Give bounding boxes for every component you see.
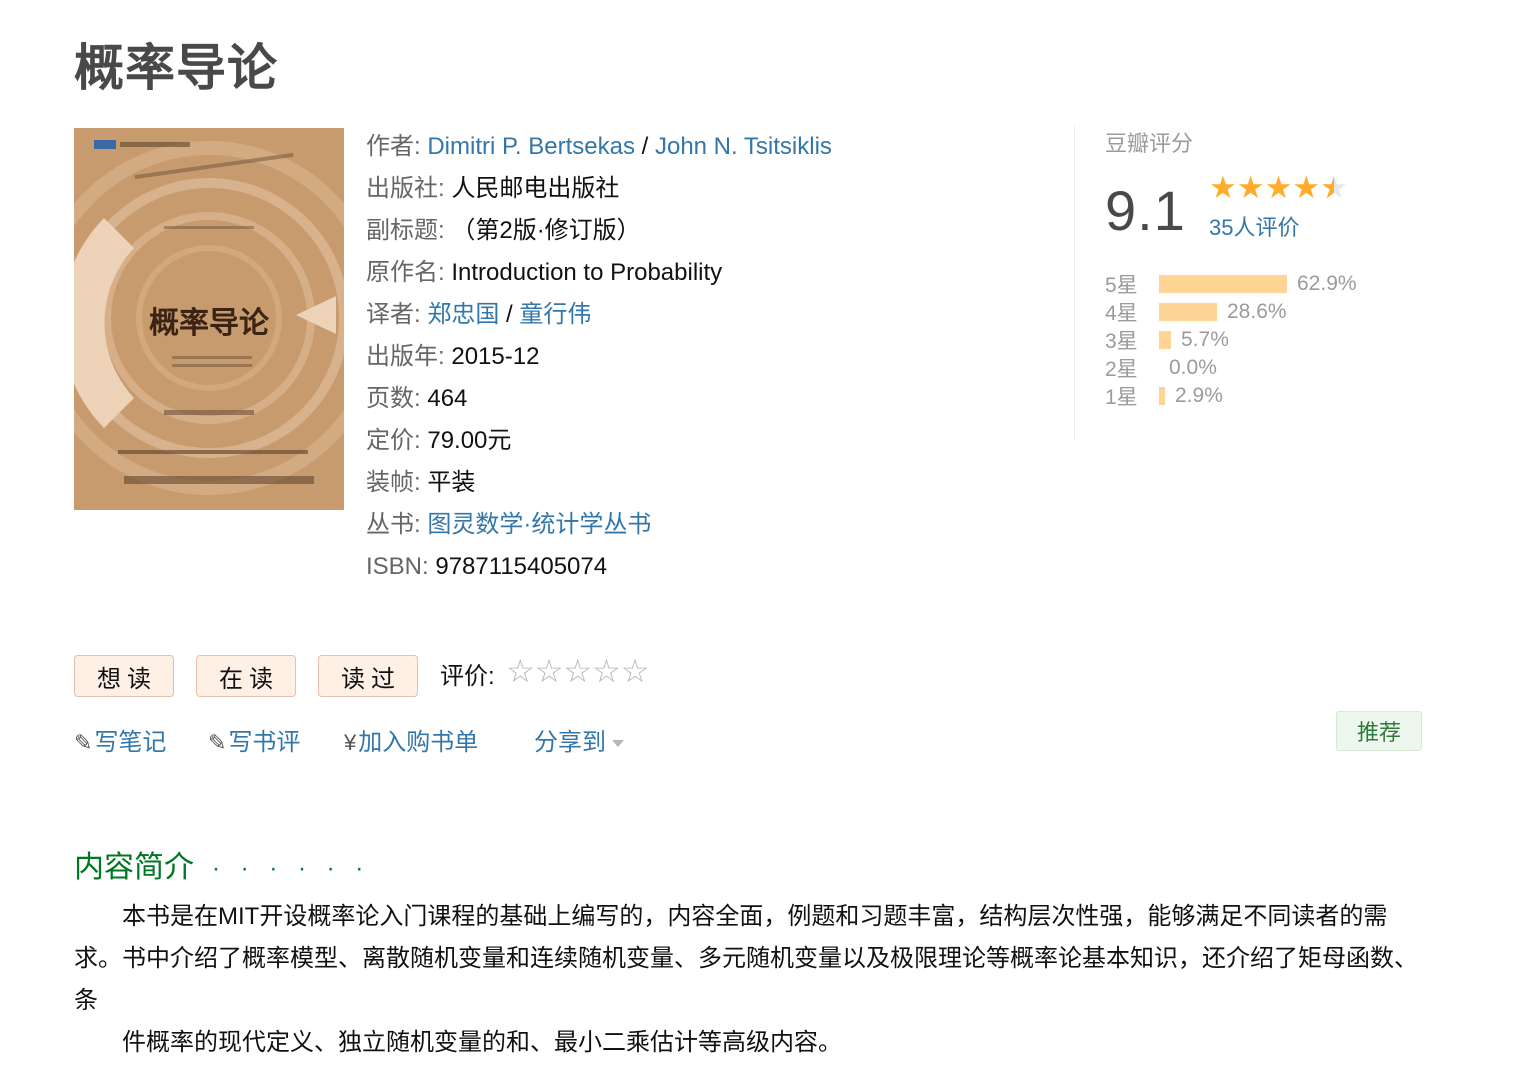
star-icon: ★ [1292, 170, 1321, 205]
cover-title: 概率导论 [149, 306, 269, 341]
want-to-read-button[interactable]: 想读 [74, 655, 174, 697]
add-to-booklist-link[interactable]: ¥加入购书单 [344, 722, 478, 757]
reading-button[interactable]: 在读 [196, 655, 296, 697]
empty-star-icon[interactable]: ☆ [592, 653, 621, 689]
translator-link-1[interactable]: 郑忠国 [427, 301, 499, 328]
rating-row-3: 3星 5.7% [1105, 328, 1229, 353]
rating-row-2: 2星 0.0% [1105, 356, 1217, 381]
rating-bar-5 [1159, 275, 1287, 293]
half-star-icon: ★ [1320, 170, 1348, 205]
rating-stars: ★★★★★ [1209, 170, 1348, 206]
rating-title: 豆瓣评分 [1105, 131, 1194, 156]
rating-panel: 豆瓣评分 9.1 ★★★★★ 35人评价 5星62.9% 4星28.6% 3星5… [1074, 126, 1404, 440]
author-link-2[interactable]: John N. Tsitsiklis [655, 133, 832, 160]
empty-star-icon[interactable]: ☆ [535, 653, 564, 689]
intro-text: 本书是在MIT开设概率论入门课程的基础上编写的，内容全面，例题和习题丰富，结构层… [74, 896, 1424, 1064]
rating-row-1: 1星 2.9% [1105, 384, 1223, 409]
info-pub-year: 出版年: 2015-12 [366, 343, 540, 370]
pencil-icon: ✎ [74, 730, 93, 755]
yen-icon: ¥ [344, 730, 357, 755]
recommend-button[interactable]: 推荐 [1336, 711, 1422, 751]
info-series: 丛书: 图灵数学·统计学丛书 [366, 511, 652, 538]
rating-bar-1 [1159, 387, 1165, 405]
author-link-1[interactable]: Dimitri P. Bertsekas [427, 133, 635, 160]
info-author: 作者: Dimitri P. Bertsekas / John N. Tsits… [366, 133, 832, 160]
info-original-title: 原作名: Introduction to Probability [366, 259, 723, 286]
user-rating-stars[interactable]: ☆☆☆☆☆ [506, 652, 649, 690]
rating-bar-4 [1159, 303, 1217, 321]
rating-bar-3 [1159, 331, 1171, 349]
star-icon: ★ [1264, 170, 1293, 205]
book-cover[interactable]: 概率导论 [74, 128, 344, 510]
book-info: 作者: Dimitri P. Bertsekas / John N. Tsits… [366, 126, 1046, 588]
caret-down-icon [612, 740, 624, 748]
have-read-button[interactable]: 读过 [318, 655, 418, 697]
rating-row-4: 4星 28.6% [1105, 300, 1287, 325]
rating-distribution: 5星 62.9% 4星 28.6% 3星 5.7% 2星 0.0% 1星 2.9% [1105, 270, 1357, 410]
empty-star-icon[interactable]: ☆ [563, 653, 592, 689]
star-icon: ★ [1209, 170, 1237, 205]
info-publisher: 出版社: 人民邮电出版社 [366, 175, 620, 202]
info-subtitle: 副标题: （第2版·修订版） [366, 217, 641, 244]
write-note-link[interactable]: ✎写笔记 [74, 722, 166, 757]
votes-link[interactable]: 35人评价 [1209, 210, 1299, 242]
rating-row-5: 5星 62.9% [1105, 272, 1357, 297]
intro-heading: 内容简介 · · · · · · [74, 851, 371, 884]
translator-link-2[interactable]: 童行伟 [519, 301, 591, 328]
pencil-icon: ✎ [208, 730, 227, 755]
info-binding: 装帧: 平装 [366, 469, 476, 496]
info-price: 定价: 79.00元 [366, 427, 512, 454]
info-translator: 译者: 郑忠国 / 童行伟 [366, 301, 592, 328]
empty-star-icon[interactable]: ☆ [621, 653, 650, 689]
share-dropdown[interactable]: 分享到 [534, 722, 624, 757]
book-title: 概率导论 [74, 39, 278, 97]
write-review-link[interactable]: ✎写书评 [208, 722, 300, 757]
intro-paragraph: 件概率的现代定义、独立随机变量的和、最小二乘估计等高级内容。 [122, 1029, 842, 1056]
star-icon: ★ [1236, 170, 1265, 205]
empty-star-icon[interactable]: ☆ [506, 653, 535, 689]
rating-score: 9.1 [1105, 179, 1186, 242]
series-link[interactable]: 图灵数学·统计学丛书 [427, 511, 651, 538]
info-isbn: ISBN: 9787115405074 [366, 553, 608, 580]
info-pages: 页数: 464 [366, 385, 468, 412]
intro-paragraph: 本书是在MIT开设概率论入门课程的基础上编写的，内容全面，例题和习题丰富，结构层… [74, 903, 1418, 1014]
rate-label: 评价: [440, 663, 495, 690]
